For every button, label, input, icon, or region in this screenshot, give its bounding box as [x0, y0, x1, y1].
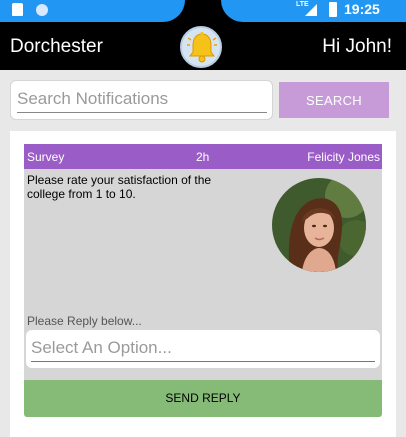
- survey-question: Please rate your satisfaction of the col…: [27, 173, 212, 201]
- signal-icon: [305, 4, 317, 16]
- app-header: Dorchester Hi John!: [0, 22, 406, 70]
- status-bar: LTE 19:25: [0, 0, 406, 22]
- notification-author: Felicity Jones: [307, 150, 380, 164]
- main-content: SEARCH Survey 2h Felicity Jones Please r…: [0, 70, 406, 437]
- notification-age: 2h: [196, 150, 210, 164]
- notification-list: Survey 2h Felicity Jones Please rate you…: [10, 131, 396, 437]
- option-select[interactable]: Select An Option...: [26, 330, 380, 368]
- reply-label: Please Reply below...: [27, 314, 142, 328]
- app-title: Dorchester: [10, 36, 103, 57]
- clock: 19:25: [344, 1, 380, 17]
- bell-icon: [187, 31, 217, 63]
- search-field-container: [10, 80, 273, 120]
- user-greeting: Hi John!: [322, 36, 392, 57]
- search-button[interactable]: SEARCH: [279, 82, 389, 118]
- notification-card: Please rate your satisfaction of the col…: [24, 169, 382, 417]
- circle-status-icon: [36, 4, 48, 16]
- option-select-placeholder: Select An Option...: [31, 338, 375, 362]
- avatar-portrait-icon: [272, 178, 366, 272]
- send-reply-button[interactable]: SEND REPLY: [24, 380, 382, 417]
- search-input[interactable]: [17, 85, 267, 113]
- avatar: [272, 178, 366, 272]
- search-bar: SEARCH: [10, 80, 396, 120]
- status-bar-right: LTE 19:25: [221, 0, 406, 22]
- notification-header: Survey 2h Felicity Jones: [24, 144, 382, 169]
- notifications-button[interactable]: [180, 26, 222, 68]
- battery-icon: [329, 2, 337, 17]
- notification-type: Survey: [27, 150, 65, 164]
- status-bar-left: [0, 0, 185, 22]
- notification-icon: [12, 3, 23, 16]
